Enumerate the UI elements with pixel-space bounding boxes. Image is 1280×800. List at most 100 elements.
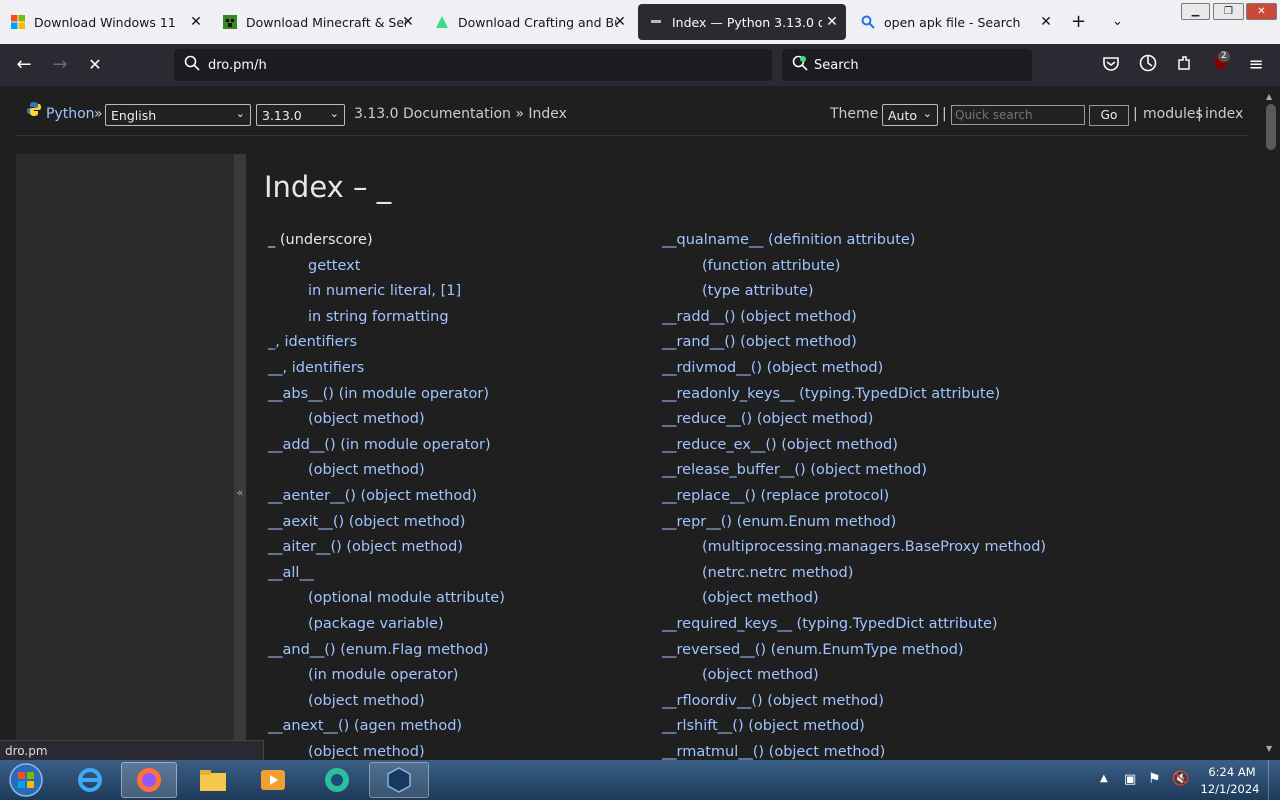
go-button[interactable]: Go xyxy=(1089,105,1129,126)
index-entry-link[interactable]: __add__() (in module operator) xyxy=(268,437,491,453)
index-entry-link[interactable]: __rmatmul__() (object method) xyxy=(662,744,885,760)
python-home-link[interactable]: Python xyxy=(46,106,95,122)
index-entry-link[interactable]: _, identifiers xyxy=(268,334,357,350)
index-entry-link[interactable]: (object method) xyxy=(308,411,425,427)
media-player-icon[interactable] xyxy=(245,762,301,798)
file-explorer-icon[interactable] xyxy=(185,762,241,798)
action-center-flag-icon[interactable]: ⚑ xyxy=(1148,771,1161,787)
close-tab-icon[interactable]: ✕ xyxy=(188,14,204,30)
index-entry-link[interactable]: (netrc.netrc method) xyxy=(702,565,853,581)
modules-link[interactable]: modules xyxy=(1143,106,1203,122)
index-entry-link[interactable]: __aiter__() (object method) xyxy=(268,539,463,555)
firefox-icon[interactable] xyxy=(121,762,177,798)
pocket-icon[interactable] xyxy=(1099,54,1123,76)
close-tab-icon[interactable]: ✕ xyxy=(612,14,628,30)
index-entry-link[interactable]: __rfloordiv__() (object method) xyxy=(662,693,884,709)
index-entry-link[interactable]: __required_keys__ (typing.TypedDict attr… xyxy=(662,616,998,632)
tab-download-windows[interactable]: Download Windows 11 ✕ xyxy=(0,4,210,40)
scroll-down-icon[interactable]: ▼ xyxy=(1266,744,1272,753)
forward-arrow-icon[interactable]: → xyxy=(48,54,72,76)
account-icon[interactable] xyxy=(1136,54,1160,76)
new-tab-icon[interactable]: + xyxy=(1071,12,1086,32)
index-entry-link[interactable]: __repr__() (enum.Enum method) xyxy=(662,514,896,530)
tab-open-apk-search[interactable]: open apk file - Search ✕ xyxy=(850,4,1060,40)
theme-select[interactable]: Auto ⌄ xyxy=(882,104,938,126)
pipe-separator: | xyxy=(1197,106,1202,122)
index-link[interactable]: index xyxy=(1205,106,1243,122)
index-entry-link[interactable]: __radd__() (object method) xyxy=(662,309,857,325)
stop-loading-icon[interactable]: ✕ xyxy=(83,54,107,76)
close-window-button[interactable]: ✕ xyxy=(1246,3,1277,20)
close-tab-icon[interactable]: ✕ xyxy=(1038,14,1054,30)
index-entry-link[interactable]: __rdivmod__() (object method) xyxy=(662,360,883,376)
chevron-down-icon: ⌄ xyxy=(329,107,339,120)
clock-date[interactable]: 12/1/2024 xyxy=(1198,782,1262,796)
quick-search-input[interactable] xyxy=(951,105,1085,125)
clock-time[interactable]: 6:24 AM xyxy=(1204,765,1260,779)
index-entry-link[interactable]: __rand__() (object method) xyxy=(662,334,857,350)
index-entry-link[interactable]: in numeric literal, [1] xyxy=(308,283,461,299)
close-tab-icon[interactable]: ✕ xyxy=(400,14,416,30)
index-entry-link[interactable]: __release_buffer__() (object method) xyxy=(662,462,927,478)
index-entry-link[interactable]: __rlshift__() (object method) xyxy=(662,718,865,734)
index-entry-link[interactable]: (type attribute) xyxy=(702,283,814,299)
index-entry-link[interactable]: (package variable) xyxy=(308,616,444,632)
list-tabs-icon[interactable]: ⌄ xyxy=(1112,12,1123,32)
back-arrow-icon[interactable]: ← xyxy=(12,54,36,76)
minecraft-icon xyxy=(222,14,238,30)
search-bar[interactable]: Search xyxy=(782,49,1032,81)
index-entry-link[interactable]: (object method) xyxy=(308,462,425,478)
url-text[interactable]: dro.pm/h xyxy=(208,58,267,73)
scrollbar-thumb[interactable] xyxy=(1266,104,1276,150)
index-entry-link[interactable]: __abs__() (in module operator) xyxy=(268,386,489,402)
index-entry-link[interactable]: _ (underscore) xyxy=(268,232,373,248)
network-icon[interactable]: ▣ xyxy=(1124,772,1136,787)
language-select[interactable]: English ⌄ xyxy=(105,104,251,126)
scroll-up-icon[interactable]: ▲ xyxy=(1266,92,1272,101)
app-globe-icon[interactable] xyxy=(309,762,365,798)
start-button[interactable] xyxy=(0,762,52,798)
index-entry-link[interactable]: __aexit__() (object method) xyxy=(268,514,465,530)
index-entry-link[interactable]: (object method) xyxy=(308,744,425,760)
extensions-icon[interactable] xyxy=(1172,54,1196,76)
collapse-sidebar-button[interactable]: « xyxy=(234,154,246,760)
index-entry-link[interactable]: (multiprocessing.managers.BaseProxy meth… xyxy=(702,539,1046,555)
menu-icon[interactable]: ≡ xyxy=(1244,54,1268,76)
tab-download-minecraft[interactable]: Download Minecraft & Server ✕ xyxy=(212,4,422,40)
tab-python-index[interactable]: Index — Python 3.13.0 documentation ✕ xyxy=(638,4,846,40)
main-content: Index – _ _ (underscore) gettext in numeri… xyxy=(264,154,1254,760)
index-entry-link[interactable]: (optional module attribute) xyxy=(308,590,505,606)
index-entry-link[interactable]: __reduce__() (object method) xyxy=(662,411,873,427)
minimize-button[interactable]: ▁ xyxy=(1181,3,1210,20)
volume-muted-icon[interactable]: 🔇 xyxy=(1172,771,1189,787)
show-hidden-icons-icon[interactable]: ▲ xyxy=(1100,773,1108,784)
index-entry-link[interactable]: gettext xyxy=(308,258,360,274)
index-entry-link[interactable]: (in module operator) xyxy=(308,667,458,683)
index-entry-link[interactable]: __aenter__() (object method) xyxy=(268,488,477,504)
show-desktop-button[interactable] xyxy=(1268,760,1280,800)
restore-button[interactable]: ❐ xyxy=(1213,3,1244,20)
index-entry-link[interactable]: (function attribute) xyxy=(702,258,840,274)
index-entry-link[interactable]: __readonly_keys__ (typing.TypedDict attr… xyxy=(662,386,1000,402)
virtualbox-icon[interactable] xyxy=(369,762,429,798)
close-tab-icon[interactable]: ✕ xyxy=(824,14,840,30)
version-select[interactable]: 3.13.0 ⌄ xyxy=(256,104,345,126)
index-entry-link[interactable]: (object method) xyxy=(308,693,425,709)
index-entry-link[interactable]: __and__() (enum.Flag method) xyxy=(268,642,489,658)
index-entry-link[interactable]: __qualname__ (definition attribute) xyxy=(662,232,915,248)
page-scrollbar[interactable]: ▲ ▼ xyxy=(1262,86,1280,760)
index-entry-link[interactable]: __reduce_ex__() (object method) xyxy=(662,437,898,453)
tab-download-crafting[interactable]: Download Crafting and Build ✕ xyxy=(424,4,634,40)
index-entry-link[interactable]: (object method) xyxy=(702,590,819,606)
index-entry-link[interactable]: in string formatting xyxy=(308,309,449,325)
index-entry-link[interactable]: __anext__() (agen method) xyxy=(268,718,462,734)
index-entry-link[interactable]: (object method) xyxy=(702,667,819,683)
index-entry-link[interactable]: __all__ xyxy=(268,565,314,581)
index-entry-link[interactable]: __replace__() (replace protocol) xyxy=(662,488,889,504)
index-entry-link[interactable]: __, identifiers xyxy=(268,360,364,376)
internet-explorer-icon[interactable] xyxy=(62,762,118,798)
address-bar[interactable]: dro.pm/h xyxy=(174,49,772,81)
language-value: English xyxy=(111,107,157,123)
index-entry-link[interactable]: __reversed__() (enum.EnumType method) xyxy=(662,642,964,658)
breadcrumb[interactable]: 3.13.0 Documentation » Index xyxy=(354,106,567,122)
